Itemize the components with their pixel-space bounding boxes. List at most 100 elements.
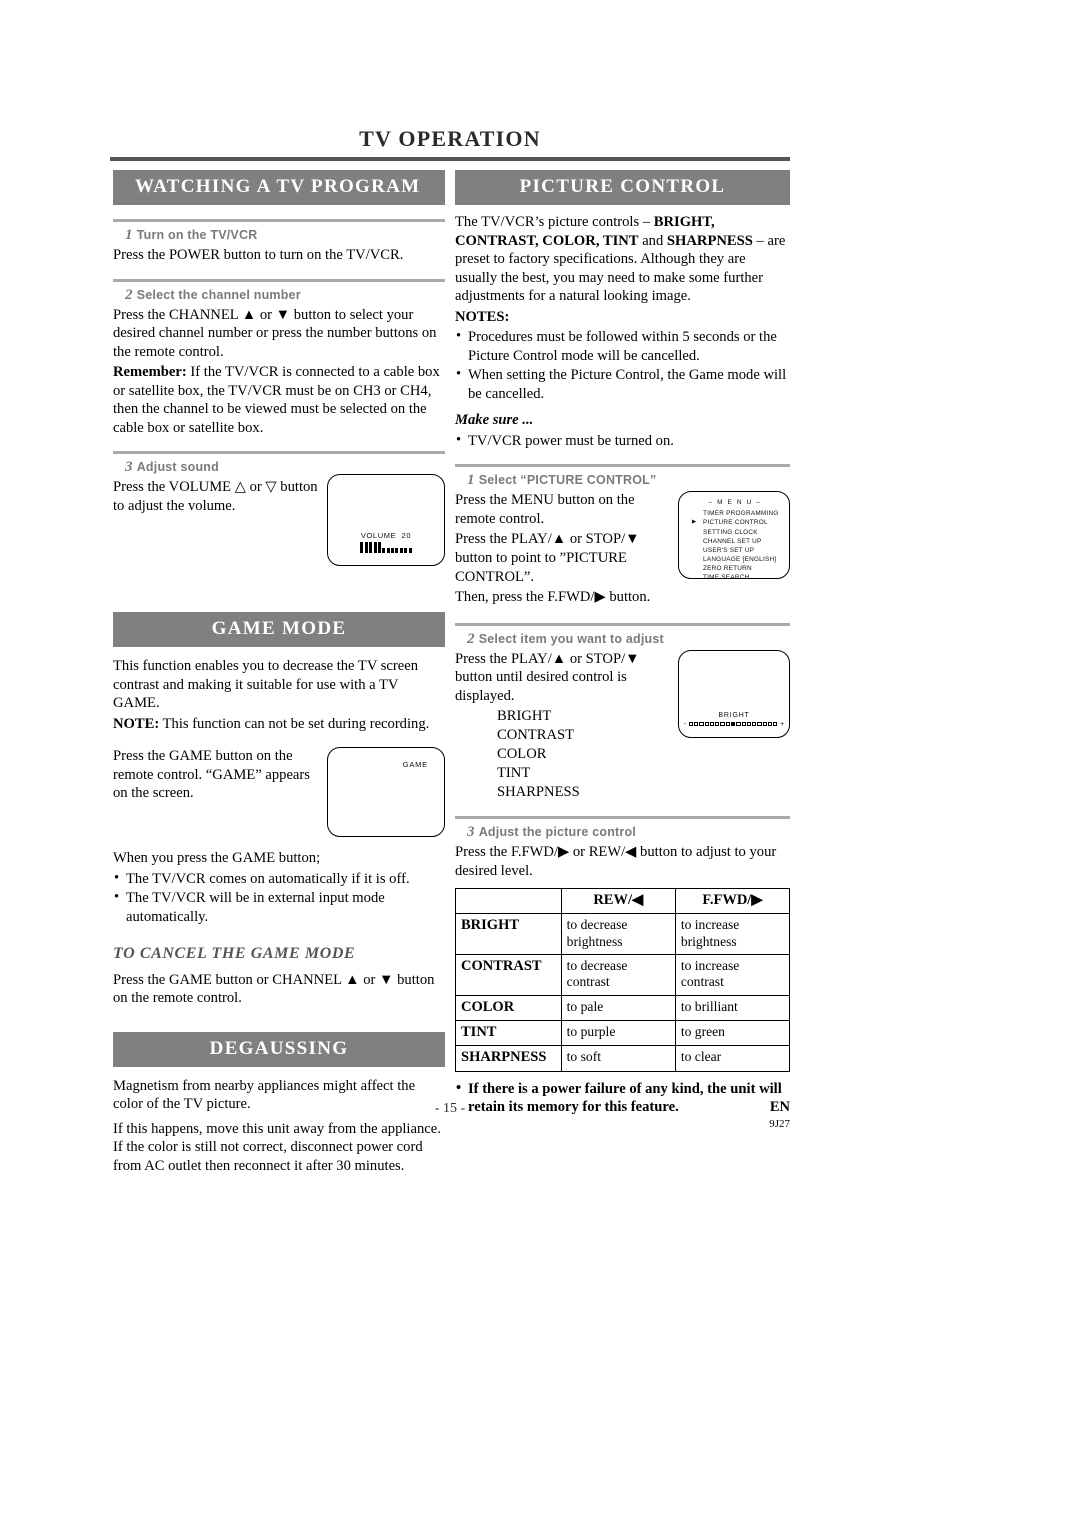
table-corner-cell — [455, 888, 562, 915]
table-cell-ffwd: to increase brightness — [674, 913, 791, 956]
picture-control-intro: The TV/VCR’s picture controls – BRIGHT, … — [455, 213, 790, 306]
title-divider — [110, 157, 790, 161]
step-body: Press the POWER button to turn on the TV… — [113, 247, 404, 263]
step-label: Adjust the picture control — [478, 825, 636, 839]
table-cell-rew: to soft — [560, 1045, 676, 1072]
osd-bright-scale: - + — [679, 721, 789, 728]
list-item: The TV/VCR will be in external input mod… — [113, 888, 445, 926]
step-number: 3 — [125, 459, 133, 476]
step-label: Select the channel number — [136, 287, 301, 302]
table-row: TINT to purple to green — [455, 1020, 791, 1047]
osd-volume-bars — [328, 542, 444, 554]
osd-volume: VOLUME 20 — [328, 531, 444, 554]
step-adjust-picture-control: 3 Adjust the picture control Press the F.… — [455, 816, 791, 1117]
step-header: 2 Select item you want to adjust — [455, 631, 790, 648]
list-item: COLOR — [497, 746, 547, 763]
notes-label: NOTES: — [455, 308, 510, 325]
step-number: 1 — [125, 227, 133, 243]
tv-screen-menu: – M E N U – TIMER PROGRAMMING PICTURE CO… — [678, 491, 790, 582]
table-row: BRIGHT to decrease brightness to increas… — [455, 913, 791, 956]
game-mode-press: Press the GAME button on the remote cont… — [113, 748, 310, 802]
section-picture-control: PICTURE CONTROL — [455, 170, 790, 205]
table-row-name: TINT — [455, 1020, 562, 1047]
remember-paragraph: Remember: If the TV/VCR is connected to … — [113, 363, 445, 437]
step-select-channel-number: 2 Select the channel number Press the CHA… — [113, 278, 445, 438]
step-number: 2 — [467, 630, 475, 647]
page-title: TV OPERATION — [359, 126, 541, 151]
remember-label: Remember: — [113, 364, 187, 381]
step-label: Turn on the TV/VCR — [136, 228, 258, 242]
table-header-row: REW/◀ F.FWD/▶ — [455, 888, 791, 915]
step-number: 3 — [467, 824, 475, 840]
game-mode-cancel-body: Press the GAME button or CHANNEL ▲ or ▼ … — [113, 971, 435, 1007]
step-adjust-sound: 3 Adjust sound VOLUME 20 Press the VOLUME… — [113, 451, 445, 567]
osd-plus-sign: + — [780, 720, 785, 728]
osd-menu-item: TIME SEARCH — [703, 574, 750, 582]
table-cell-ffwd: to increase contrast — [674, 954, 791, 996]
osd-bright: BRIGHT - + — [679, 712, 789, 728]
osd-menu-item: LANGUAGE [ENGLISH] — [703, 555, 777, 563]
step-header: 2 Select the channel number — [113, 287, 445, 304]
step-label: Adjust sound — [136, 460, 219, 475]
right-column: PICTURE CONTROL The TV/VCR’s picture con… — [455, 170, 791, 1118]
step-body-1: Press the MENU button on the remote cont… — [455, 492, 635, 527]
list-item: TV/VCR power must be turned on. — [455, 431, 790, 451]
intro-bold2: SHARPNESS — [666, 232, 753, 249]
table-cell-ffwd: to brilliant — [674, 994, 791, 1022]
table-cell-rew: to decrease brightness — [560, 913, 676, 956]
left-column: WATCHING A TV PROGRAM 1 Turn on the TV/VC… — [113, 170, 445, 1177]
table-row: CONTRAST to decrease contrast to increas… — [455, 954, 791, 996]
tv-screen-bright: BRIGHT - + — [678, 649, 790, 738]
step-body-2: Press the PLAY/▲ or STOP/▼ button to poi… — [455, 531, 640, 585]
make-sure-label: Make sure ... — [455, 412, 534, 429]
step-number: 1 — [467, 472, 475, 489]
degaussing-para-2: If this happens, move this unit away fro… — [113, 1120, 441, 1174]
step-header: 1 Select “PICTURE CONTROL” — [455, 472, 790, 489]
picture-control-table: REW/◀ F.FWD/▶ BRIGHT to decrease brightn… — [455, 888, 791, 1072]
footer-document-code: 9J27 — [769, 1118, 790, 1130]
section-degaussing: DEGAUSSING — [113, 1031, 445, 1067]
list-item: The TV/VCR comes on automatically if it … — [113, 869, 445, 889]
step-number: 2 — [125, 286, 133, 303]
table-cell-rew: to pale — [560, 994, 676, 1022]
osd-menu: – M E N U – TIMER PROGRAMMING PICTURE CO… — [687, 499, 783, 582]
step-select-picture-control: 1 Select “PICTURE CONTROL” – M E N U – TI… — [455, 464, 790, 608]
step-body: Press the F.FWD/▶ or REW/◀ button to adj… — [455, 844, 777, 879]
table-row-name: SHARPNESS — [455, 1045, 562, 1072]
footer-language-code: EN — [769, 1099, 790, 1115]
osd-menu-title: – M E N U – — [708, 499, 762, 507]
table-cell-rew: to purple — [560, 1020, 676, 1047]
step-body: Press the PLAY/▲ or STOP/▼ button until … — [455, 650, 640, 704]
osd-volume-value: 20 — [401, 531, 412, 541]
intro-mid: and — [638, 232, 667, 249]
osd-menu-item: TIMER PROGRAMMING — [703, 510, 779, 518]
table-cell-ffwd: to clear — [674, 1045, 791, 1072]
game-mode-when: When you press the GAME button; — [113, 850, 321, 867]
section-game-mode: GAME MODE — [113, 612, 445, 648]
make-sure-list: TV/VCR power must be turned on. — [455, 431, 790, 451]
table-cell-ffwd: to green — [674, 1020, 791, 1047]
table-row-name: BRIGHT — [455, 913, 562, 956]
table-row: SHARPNESS to soft to clear — [455, 1045, 791, 1072]
table-header-ffwd: F.FWD/▶ — [674, 888, 791, 915]
table-header-rew: REW/◀ — [560, 888, 676, 915]
subsection-cancel-game-mode: TO CANCEL THE GAME MODE — [113, 944, 356, 962]
manual-page: TV OPERATION WATCHING A TV PROGRAM 1 Turn… — [0, 0, 1080, 1531]
osd-game-label: GAME — [402, 760, 428, 770]
osd-bright-label: BRIGHT — [718, 711, 750, 719]
osd-volume-label: VOLUME — [360, 531, 397, 541]
step-body: Press the VOLUME △ or ▽ button to adjust… — [113, 479, 318, 514]
osd-menu-item: CHANNEL SET UP — [703, 537, 762, 545]
table-cell-rew: to decrease contrast — [560, 954, 676, 996]
list-item: Procedures must be followed within 5 sec… — [455, 327, 790, 365]
table-row: COLOR to pale to brilliant — [455, 994, 791, 1022]
table-row-name: COLOR — [455, 994, 562, 1022]
step-label: Select item you want to adjust — [478, 631, 664, 646]
osd-volume-text: VOLUME 20 — [328, 531, 444, 540]
intro-pre: The TV/VCR’s picture controls – — [455, 214, 654, 230]
game-mode-bullets: The TV/VCR comes on automatically if it … — [113, 869, 445, 927]
table-row-name: CONTRAST — [455, 954, 562, 996]
osd-menu-item-selected: PICTURE CONTROL — [687, 518, 783, 527]
step-turn-on-tvvcr: 1 Turn on the TV/VCR Press the POWER butt… — [113, 219, 445, 265]
list-item: TINT — [497, 765, 531, 782]
